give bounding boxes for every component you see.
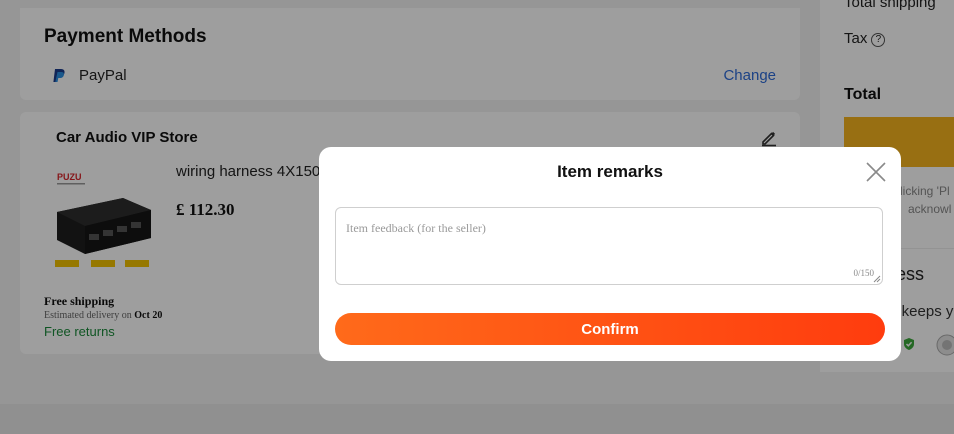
item-remarks-dialog: Item remarks 0/150 Confirm	[319, 147, 901, 361]
remarks-field: 0/150	[335, 207, 883, 285]
dialog-title: Item remarks	[557, 162, 663, 181]
confirm-button[interactable]: Confirm	[335, 313, 885, 345]
character-counter: 0/150	[853, 268, 874, 278]
item-feedback-input[interactable]	[336, 208, 882, 284]
resize-handle-icon[interactable]	[873, 275, 881, 283]
close-icon[interactable]	[865, 161, 887, 183]
